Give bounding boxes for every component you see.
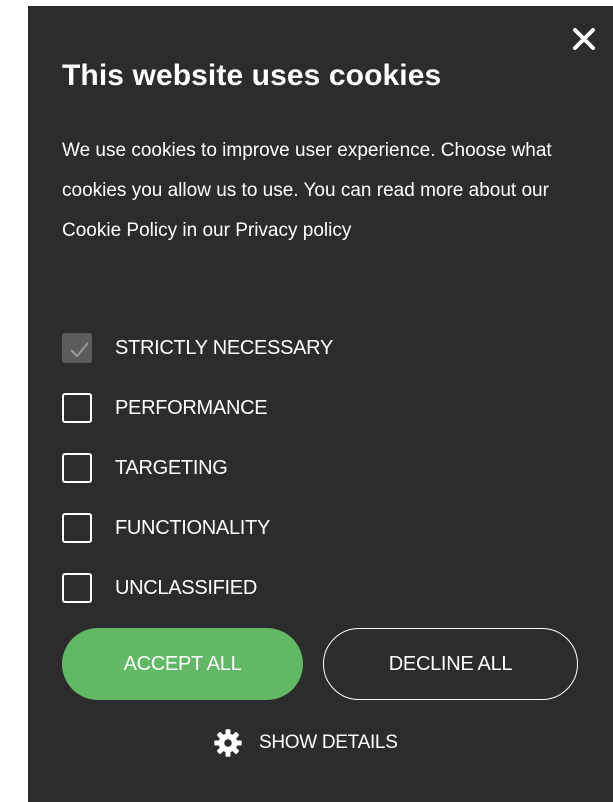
- option-label: UNCLASSIFIED: [115, 576, 257, 599]
- close-icon: [573, 28, 595, 50]
- close-button[interactable]: [571, 26, 597, 52]
- show-details-label: SHOW DETAILS: [259, 732, 398, 753]
- option-label: PERFORMANCE: [115, 396, 268, 419]
- option-functionality[interactable]: FUNCTIONALITY: [62, 498, 562, 558]
- cookie-consent-dialog: This website uses cookies We use cookies…: [28, 6, 613, 802]
- checkmark-icon: [70, 342, 89, 358]
- cookie-options-list: STRICTLY NECESSARY PERFORMANCE TARGETING…: [62, 318, 562, 618]
- performance-checkbox[interactable]: [62, 393, 92, 423]
- option-strictly-necessary[interactable]: STRICTLY NECESSARY: [62, 318, 562, 378]
- option-label: STRICTLY NECESSARY: [115, 336, 333, 359]
- show-details-button[interactable]: SHOW DETAILS: [213, 728, 398, 758]
- functionality-checkbox[interactable]: [62, 513, 92, 543]
- accept-all-button[interactable]: ACCEPT ALL: [62, 628, 303, 700]
- dialog-title: This website uses cookies: [62, 59, 442, 92]
- targeting-checkbox[interactable]: [62, 453, 92, 483]
- option-targeting[interactable]: TARGETING: [62, 438, 562, 498]
- gear-icon: [214, 729, 242, 757]
- strictly-necessary-checkbox[interactable]: [62, 333, 92, 363]
- option-unclassified[interactable]: UNCLASSIFIED: [62, 558, 562, 618]
- option-label: FUNCTIONALITY: [115, 516, 270, 539]
- privacy-policy-link[interactable]: Privacy policy: [235, 220, 351, 241]
- option-performance[interactable]: PERFORMANCE: [62, 378, 562, 438]
- decline-all-button[interactable]: DECLINE ALL: [323, 628, 578, 700]
- option-label: TARGETING: [115, 456, 228, 479]
- unclassified-checkbox[interactable]: [62, 573, 92, 603]
- dialog-description: We use cookies to improve user experienc…: [62, 131, 552, 251]
